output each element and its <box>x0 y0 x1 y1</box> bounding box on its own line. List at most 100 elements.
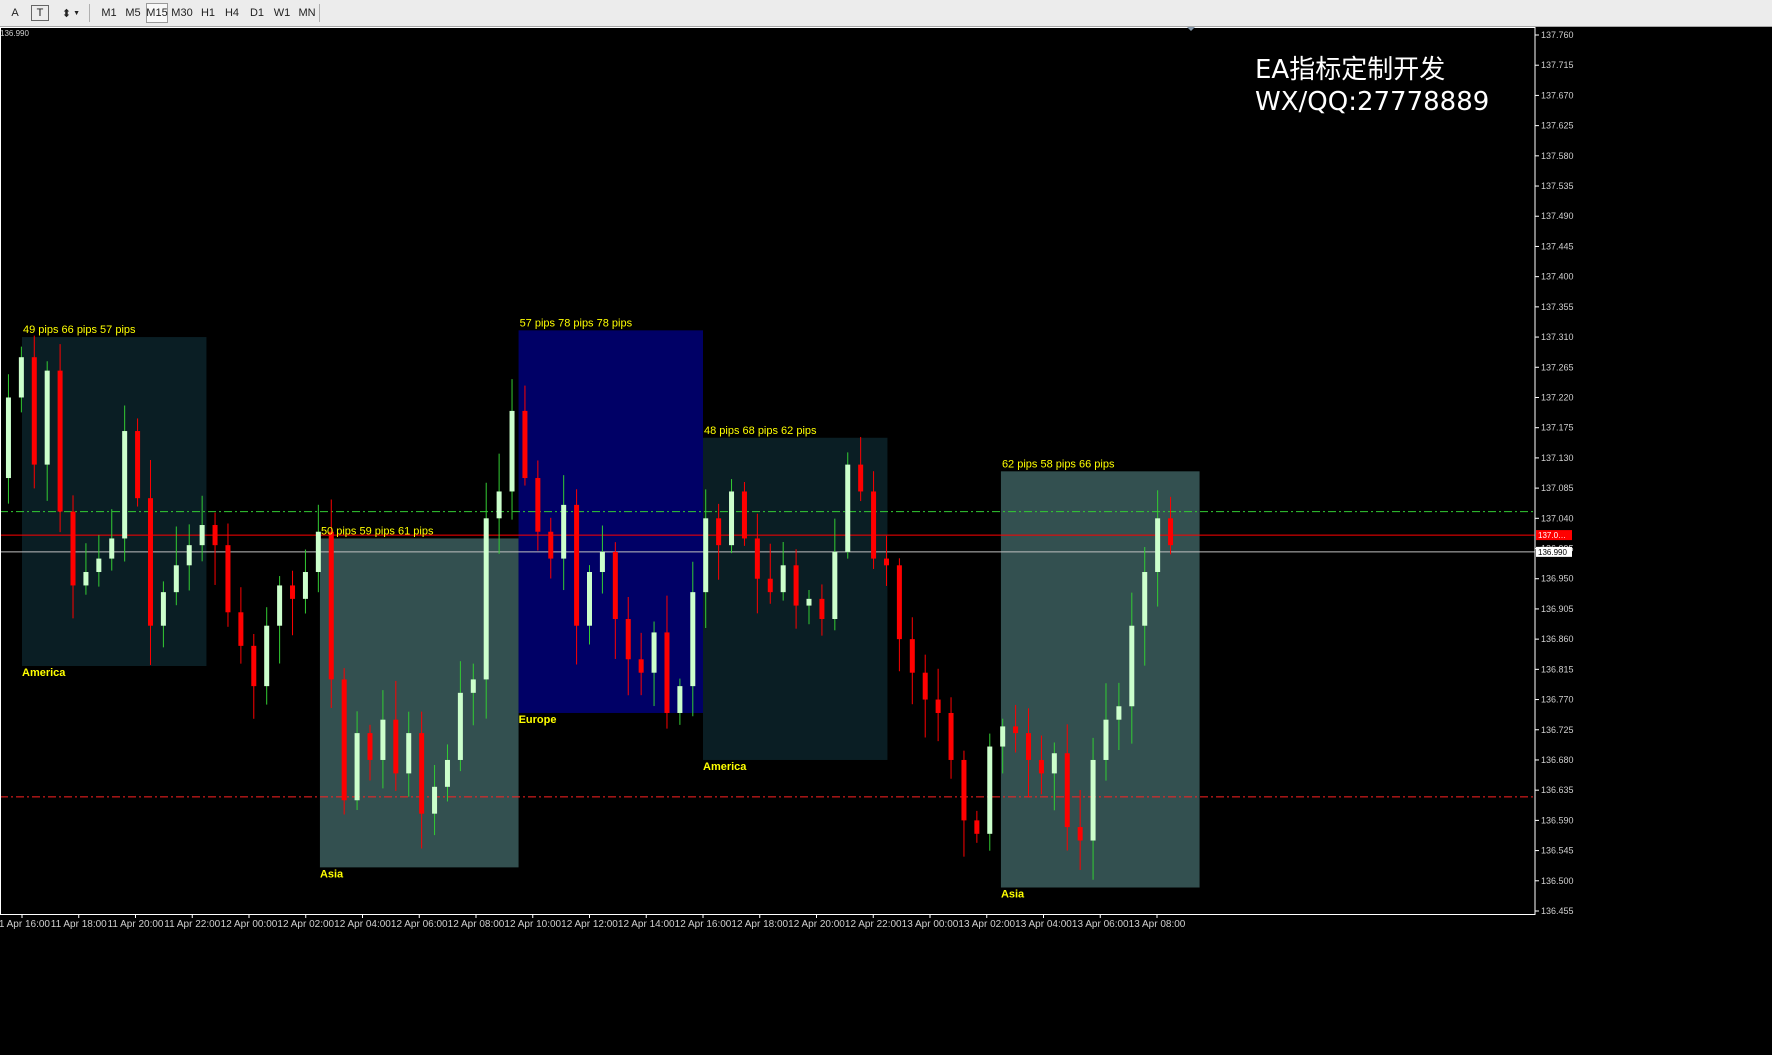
candle-bear[interactable] <box>767 578 773 593</box>
candle-bull[interactable] <box>44 370 50 465</box>
candle-bear[interactable] <box>883 558 889 566</box>
timeframe-h4-button[interactable]: H4 <box>221 3 243 23</box>
candle-bull[interactable] <box>845 464 851 552</box>
candle-bull[interactable] <box>1116 706 1122 720</box>
candle-bull[interactable] <box>1000 726 1006 747</box>
candle-bear[interactable] <box>31 357 37 465</box>
candle-bull[interactable] <box>1103 719 1109 760</box>
candle-bull[interactable] <box>483 518 489 680</box>
arrows-tool-button[interactable]: ⬍ ▼ <box>57 3 85 23</box>
candle-bear[interactable] <box>135 431 141 499</box>
candle-bull[interactable] <box>496 491 502 519</box>
candle-bull[interactable] <box>677 686 683 713</box>
candle-bear[interactable] <box>754 538 760 579</box>
candle-bull[interactable] <box>509 410 515 492</box>
candle-bull[interactable] <box>83 572 89 586</box>
candle-bear[interactable] <box>70 511 76 586</box>
candle-bear[interactable] <box>871 491 877 559</box>
candle-bull[interactable] <box>432 786 438 814</box>
candle-bull[interactable] <box>109 538 115 559</box>
candle-bear[interactable] <box>393 719 399 774</box>
candle-bear[interactable] <box>225 545 231 613</box>
candle-bear[interactable] <box>961 759 967 821</box>
candle-bear[interactable] <box>819 598 825 619</box>
timeframe-d1-button[interactable]: D1 <box>246 3 268 23</box>
candle-bear[interactable] <box>328 531 334 680</box>
timeframe-mn-button[interactable]: MN <box>296 3 318 23</box>
candle-bear[interactable] <box>367 733 373 760</box>
candle-bull[interactable] <box>587 572 592 626</box>
candle-bear[interactable] <box>1013 726 1019 734</box>
candle-bear[interactable] <box>147 498 153 626</box>
candle-bull[interactable] <box>987 746 993 834</box>
candle-bull[interactable] <box>690 592 696 687</box>
candle-bull[interactable] <box>832 551 838 619</box>
text-tool-button[interactable]: A <box>6 3 24 23</box>
candle-bear[interactable] <box>974 820 980 834</box>
candle-bull[interactable] <box>599 551 605 573</box>
candle-bull[interactable] <box>1129 625 1135 707</box>
candle-bull[interactable] <box>1142 572 1148 626</box>
candle-bull[interactable] <box>729 491 735 546</box>
timeframe-m30-button[interactable]: M30 <box>171 3 193 23</box>
candle-bull[interactable] <box>703 518 709 593</box>
candle-bear[interactable] <box>896 565 902 640</box>
timeframe-m15-button[interactable]: M15 <box>146 3 168 23</box>
candle-bear[interactable] <box>251 645 257 687</box>
candle-bull[interactable] <box>277 585 283 626</box>
candle-bear[interactable] <box>638 659 644 673</box>
candle-bear[interactable] <box>612 551 618 619</box>
candle-bull[interactable] <box>354 733 360 801</box>
candle-bull[interactable] <box>122 431 128 539</box>
candle-bull[interactable] <box>651 632 657 673</box>
candle-bear[interactable] <box>858 464 864 492</box>
candle-bear[interactable] <box>935 699 941 713</box>
candle-bull[interactable] <box>315 531 321 573</box>
price-chart[interactable]: 49 pips 66 pips 57 pips America 50 pips 59… <box>0 27 1772 1055</box>
candle-bear[interactable] <box>1168 518 1174 546</box>
candle-bull[interactable] <box>186 545 192 566</box>
candle-bear[interactable] <box>1064 753 1070 828</box>
candle-bull[interactable] <box>264 625 270 687</box>
candle-bull[interactable] <box>380 719 386 760</box>
candle-bull[interactable] <box>5 397 11 479</box>
candle-bear[interactable] <box>1038 759 1044 774</box>
candle-bull[interactable] <box>96 558 102 573</box>
candle-bear[interactable] <box>522 410 528 479</box>
text-label-tool-button[interactable]: T <box>31 5 49 21</box>
candle-bull[interactable] <box>780 565 786 593</box>
candle-bear[interactable] <box>574 504 580 626</box>
candle-bear[interactable] <box>948 712 954 760</box>
candle-bull[interactable] <box>18 357 24 398</box>
candle-bull[interactable] <box>199 525 205 546</box>
candle-bear[interactable] <box>419 733 425 814</box>
candle-bear[interactable] <box>922 672 928 700</box>
candle-bear[interactable] <box>548 531 554 559</box>
candle-bull[interactable] <box>1155 518 1161 573</box>
candle-bear[interactable] <box>290 585 296 599</box>
timeframe-m5-button[interactable]: M5 <box>122 3 144 23</box>
candle-bull[interactable] <box>444 759 450 787</box>
candle-bull[interactable] <box>1051 753 1057 774</box>
candle-bear[interactable] <box>1026 733 1032 760</box>
candle-bear[interactable] <box>793 565 799 606</box>
candle-bear[interactable] <box>741 491 747 539</box>
candle-bear[interactable] <box>535 478 541 532</box>
candle-bear[interactable] <box>238 612 244 646</box>
candle-bear[interactable] <box>909 639 915 673</box>
candle-bull[interactable] <box>160 592 166 626</box>
candle-bear[interactable] <box>625 619 631 660</box>
candle-bull[interactable] <box>561 504 567 559</box>
timeframe-m1-button[interactable]: M1 <box>98 3 120 23</box>
candle-bear[interactable] <box>57 370 63 512</box>
candle-bear[interactable] <box>716 518 722 546</box>
candle-bull[interactable] <box>173 565 179 593</box>
timeframe-h1-button[interactable]: H1 <box>197 3 219 23</box>
candle-bull[interactable] <box>1090 759 1096 841</box>
candle-bear[interactable] <box>212 525 218 546</box>
candle-bear[interactable] <box>664 632 670 713</box>
timeframe-w1-button[interactable]: W1 <box>271 3 293 23</box>
candle-bear[interactable] <box>341 679 347 801</box>
candle-bull[interactable] <box>470 679 476 693</box>
candle-bull[interactable] <box>406 733 412 774</box>
